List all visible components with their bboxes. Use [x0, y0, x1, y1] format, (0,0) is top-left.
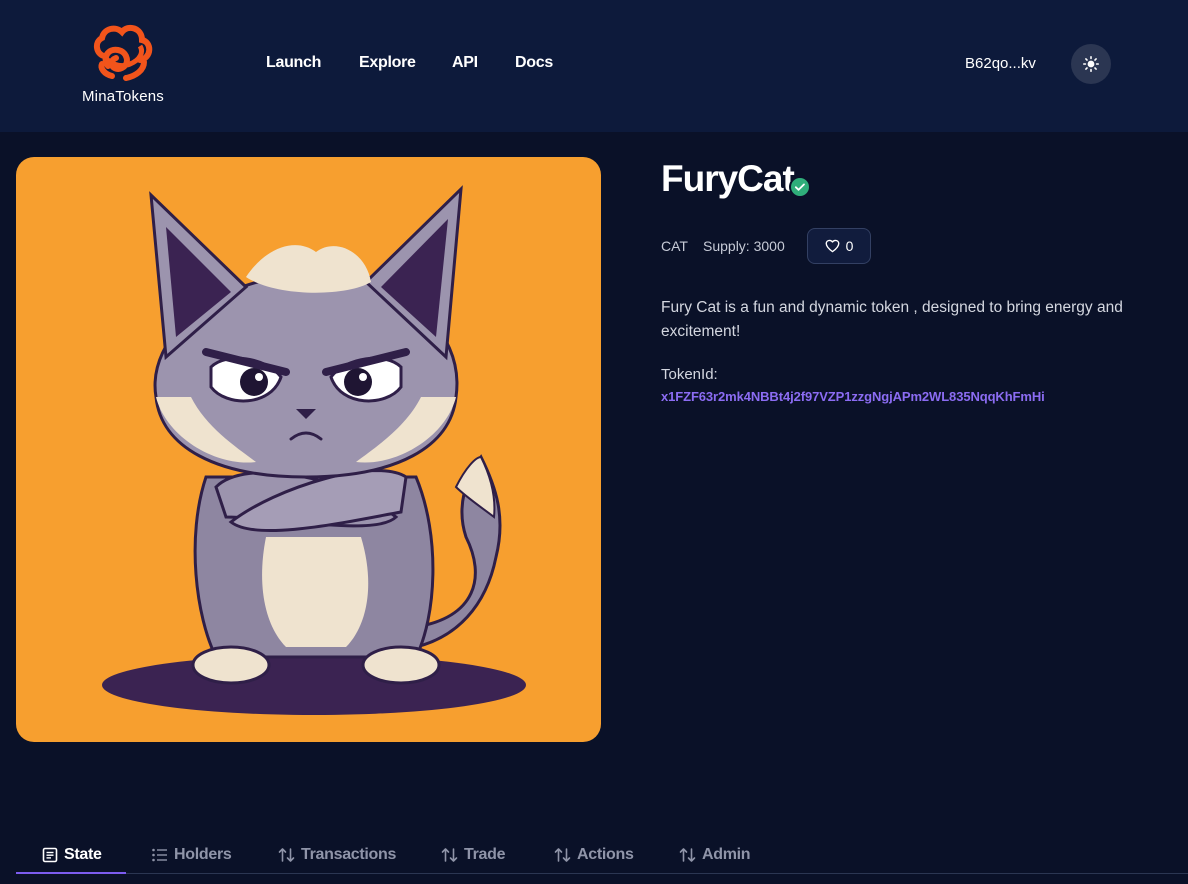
top-header: MinaTokens Launch Explore API Docs B62qo…: [0, 0, 1188, 132]
tab-state[interactable]: State: [42, 838, 102, 872]
tab-trade[interactable]: Trade: [441, 838, 506, 872]
nav-explore[interactable]: Explore: [359, 54, 416, 72]
theme-toggle-button[interactable]: [1071, 44, 1111, 84]
token-tabs: State Holders Transactions Trade Actions…: [16, 838, 1188, 884]
tab-actions[interactable]: Actions: [554, 838, 634, 872]
tab-label: Admin: [702, 846, 751, 863]
like-count: 0: [845, 238, 854, 254]
arrows-up-down-icon: [679, 848, 696, 862]
logo-text: MinaTokens: [81, 88, 165, 105]
token-id-link[interactable]: x1FZF63r2mk4NBBt4j2f97VZP1zzgNgjAPm2WL83…: [661, 389, 1045, 404]
active-tab-indicator: [16, 872, 126, 874]
wallet-address-button[interactable]: B62qo...kv: [965, 55, 1036, 72]
token-supply: Supply: 3000: [703, 238, 785, 254]
list-icon: [152, 848, 167, 862]
tab-holders[interactable]: Holders: [152, 838, 232, 872]
tab-label: Holders: [174, 846, 232, 863]
arrows-up-down-icon: [278, 848, 295, 862]
token-symbol: CAT: [661, 238, 688, 254]
tab-transactions[interactable]: Transactions: [278, 838, 396, 872]
heart-icon: [825, 239, 840, 253]
arrows-up-down-icon: [441, 848, 458, 862]
check-badge-icon: [789, 176, 811, 198]
token-id-label: TokenId:: [661, 366, 718, 383]
sun-icon: [1083, 56, 1099, 72]
logo[interactable]: MinaTokens: [78, 18, 168, 106]
like-button[interactable]: 0: [807, 228, 871, 264]
token-name: FuryCat: [661, 158, 795, 199]
tab-admin[interactable]: Admin: [679, 838, 751, 872]
tab-label: Actions: [577, 846, 634, 863]
tab-label: Trade: [464, 846, 506, 863]
nav-api[interactable]: API: [452, 54, 478, 72]
tab-label: State: [64, 846, 102, 863]
fury-cat-illustration: [102, 185, 526, 715]
nav-launch[interactable]: Launch: [266, 54, 321, 72]
tab-label: Transactions: [301, 846, 397, 863]
document-icon: [42, 847, 58, 863]
arrows-up-down-icon: [554, 848, 571, 862]
nav-docs[interactable]: Docs: [515, 54, 553, 72]
minatokens-logo-icon: [94, 24, 153, 81]
token-description: Fury Cat is a fun and dynamic token , de…: [661, 299, 1123, 340]
tabs-divider: [126, 873, 1188, 874]
token-image: [16, 157, 601, 742]
